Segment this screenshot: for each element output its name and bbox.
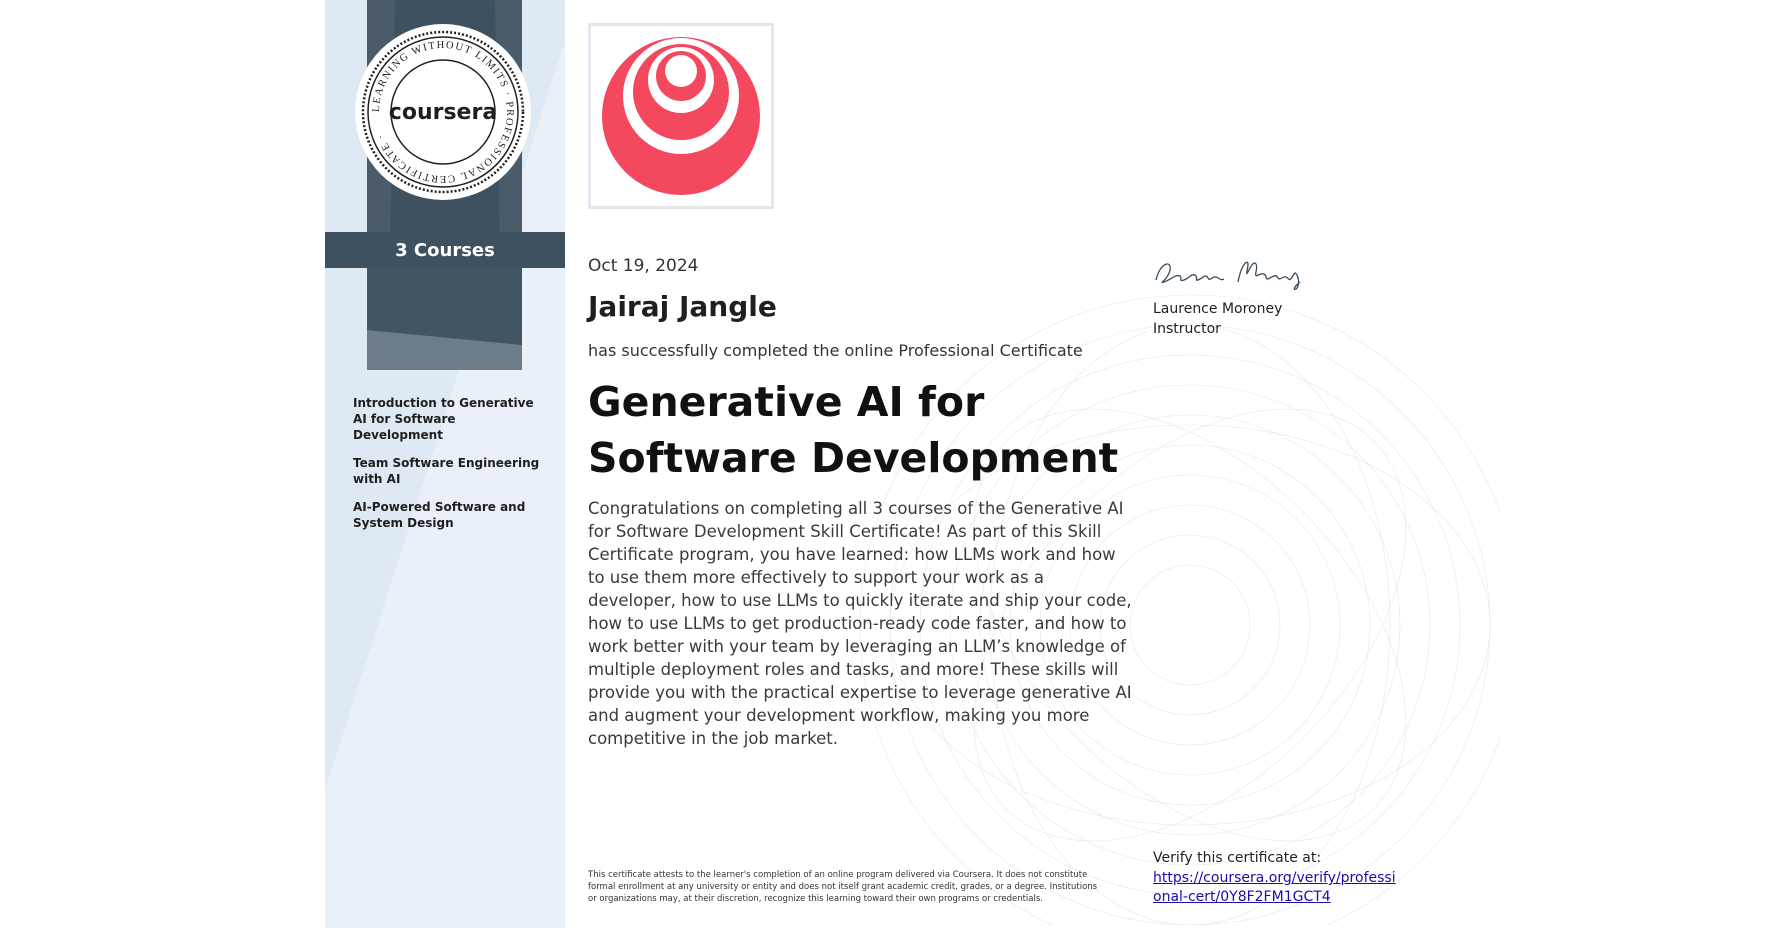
certificate-title-line: Generative AI for bbox=[588, 378, 985, 426]
partner-logo bbox=[588, 23, 774, 209]
course-item: Introduction to Generative AI for Softwa… bbox=[353, 396, 534, 442]
issue-date: Oct 19, 2024 bbox=[588, 256, 699, 276]
verify-link[interactable]: https://coursera.org/verify/professional… bbox=[1153, 869, 1403, 907]
certificate-title: Generative AI for Software Development bbox=[588, 374, 1148, 486]
certificate-description: Congratulations on completing all 3 cour… bbox=[588, 499, 1132, 748]
course-list: Introduction to Generative AI for Softwa… bbox=[353, 395, 543, 543]
course-item: AI-Powered Software and System Design bbox=[353, 500, 526, 530]
certificate-sidebar: LEARNING WITHOUT LIMITS · PROFESSIONAL C… bbox=[325, 0, 565, 928]
courses-count-label: 3 Courses bbox=[395, 239, 495, 261]
certificate-disclaimer: This certificate attests to the learner'… bbox=[588, 870, 1098, 904]
deeplearning-ai-logo-icon bbox=[602, 37, 760, 195]
instructor-name: Laurence Moroney bbox=[1153, 301, 1283, 317]
instructor-role: Instructor bbox=[1153, 321, 1221, 337]
coursera-seal-icon: LEARNING WITHOUT LIMITS · PROFESSIONAL C… bbox=[355, 24, 531, 200]
completion-statement: has successfully completed the online Pr… bbox=[588, 341, 1083, 360]
instructor-signature bbox=[1155, 261, 1301, 291]
course-item: Team Software Engineering with AI bbox=[353, 456, 540, 486]
svg-text:coursera: coursera bbox=[389, 100, 497, 125]
certificate-title-line: Software Development bbox=[588, 434, 1119, 482]
verify-label: Verify this certificate at: bbox=[1153, 850, 1322, 866]
learner-name: Jairaj Jangle bbox=[588, 290, 777, 323]
courses-count-bar: 3 Courses bbox=[325, 232, 565, 268]
